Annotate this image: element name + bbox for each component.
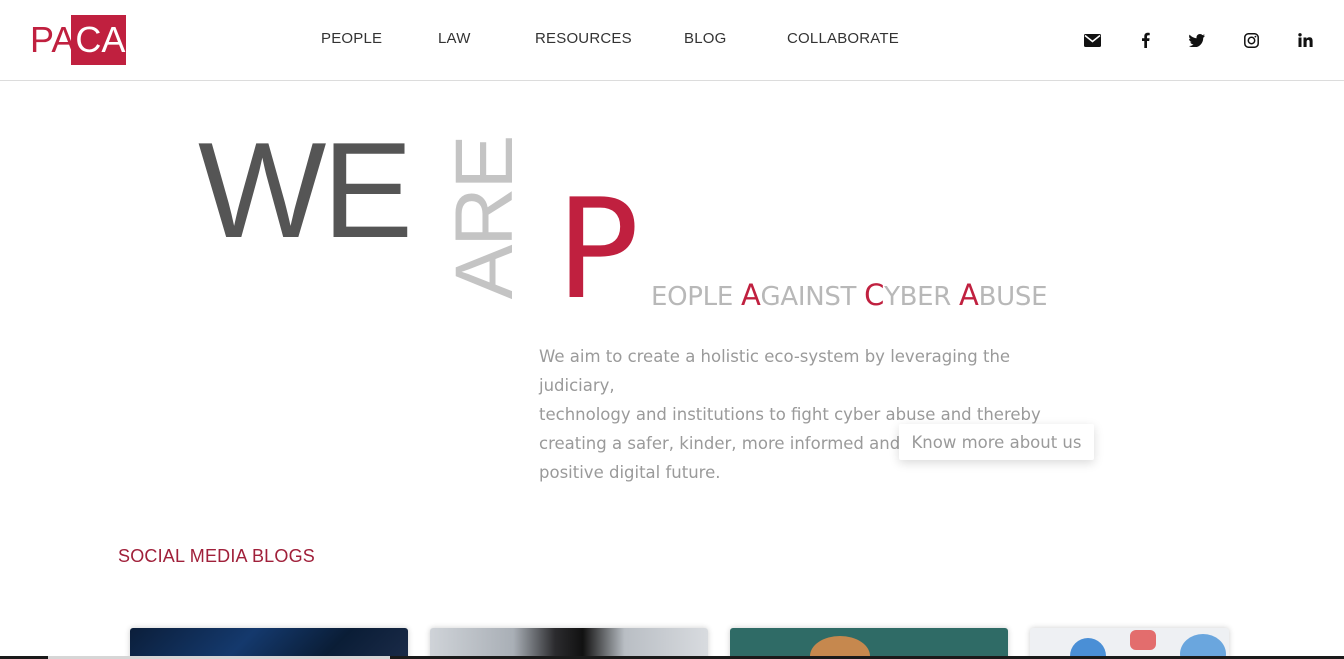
blog-card-thumbnail[interactable]	[1030, 628, 1229, 659]
tagline-cap-a: A	[740, 278, 761, 312]
twitter-icon[interactable]	[1187, 30, 1207, 50]
tagline-yber: YBER	[884, 282, 960, 312]
blog-card-thumbnail[interactable]	[130, 628, 408, 659]
social-media-blogs-heading: SOCIAL MEDIA BLOGS	[118, 546, 315, 566]
hero-are-label: ARE	[439, 136, 530, 300]
hero-tagline: EOPLE AGAINST CYBER ABUSE	[651, 278, 1048, 312]
thumbnail-illustration	[1130, 630, 1156, 650]
site-header: PA CA PEOPLE LAW RESOURCES BLOG COLLABOR…	[0, 0, 1344, 81]
hero-we-text: WE	[198, 114, 413, 266]
description-line: positive digital future.	[539, 463, 721, 482]
know-more-button[interactable]: Know more about us	[899, 424, 1094, 460]
tagline-cap-a2: A	[959, 278, 979, 312]
tagline-gainst: GAINST	[760, 282, 865, 312]
envelope-icon[interactable]	[1082, 30, 1102, 50]
instagram-icon[interactable]	[1241, 30, 1261, 50]
linkedin-icon[interactable]	[1295, 30, 1315, 50]
tagline-cap-c: C	[864, 278, 885, 312]
description-line: We aim to create a holistic eco-system b…	[539, 347, 1011, 395]
hero-description: We aim to create a holistic eco-system b…	[539, 342, 1084, 487]
facebook-icon[interactable]	[1135, 30, 1155, 50]
tagline-eople: EOPLE	[651, 282, 741, 312]
blog-card-thumbnail[interactable]	[430, 628, 708, 659]
blog-card-thumbnail[interactable]	[730, 628, 1008, 659]
social-links	[0, 30, 1344, 50]
hero-are-text: ARE	[439, 130, 530, 306]
hero-big-p: P	[556, 169, 640, 330]
tagline-buse: BUSE	[978, 282, 1048, 312]
